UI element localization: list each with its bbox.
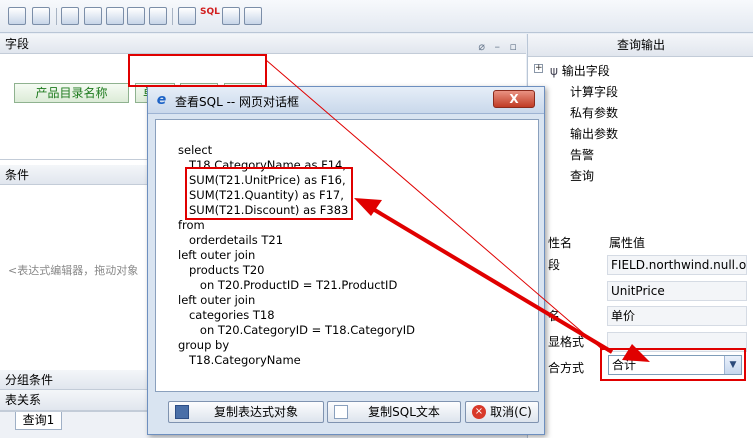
- sql-line: from: [178, 218, 205, 232]
- prop-name-header: 性名: [548, 236, 573, 250]
- dialog-title: 查看SQL -- 网页对话框: [175, 95, 300, 109]
- prop-name: 显格式: [548, 335, 585, 349]
- copy-expression-label: 复制表达式对象: [213, 405, 298, 419]
- view-sql-dialog: e 查看SQL -- 网页对话框 X select T18.CategoryNa…: [147, 86, 545, 435]
- relation-panel-title: 表关系: [5, 393, 42, 407]
- copy-sql-button[interactable]: 复制SQL文本: [327, 401, 461, 423]
- sql-line: on T20.CategoryID = T18.CategoryID: [178, 323, 416, 337]
- prop-value-alias[interactable]: 单价: [607, 306, 747, 326]
- query-output-header: 查询输出: [528, 34, 753, 57]
- prop-name: 段: [548, 258, 561, 272]
- prop-name: 合方式: [548, 361, 585, 375]
- ie-icon: e: [156, 92, 167, 108]
- field-chip-category-name[interactable]: 产品目录名称: [14, 83, 129, 103]
- tree-item-output-fields[interactable]: ψ 输出字段: [550, 62, 610, 79]
- sql-line: products T20: [178, 263, 265, 277]
- toolbar-separator: [56, 8, 57, 25]
- fields-panel-title: 字段: [5, 37, 30, 51]
- sql-text-area[interactable]: select T18.CategoryName as F14, SUM(T21.…: [155, 119, 539, 392]
- prop-name: 名: [548, 309, 561, 323]
- document-icon: [334, 405, 348, 419]
- tree-item-label: 输出字段: [561, 64, 610, 78]
- toolbar-separator: [172, 8, 173, 25]
- tree-item-query[interactable]: 查询: [570, 167, 594, 184]
- tree-item-alarm[interactable]: 告警: [570, 146, 594, 163]
- sql-line: left outer join: [178, 293, 256, 307]
- sql-line: select: [178, 143, 213, 157]
- search-icon[interactable]: [178, 7, 196, 25]
- sql-line: orderdetails T21: [178, 233, 284, 247]
- group-panel-title: 分组条件: [5, 373, 54, 387]
- save-icon[interactable]: [8, 7, 26, 25]
- tree-item-calc-fields[interactable]: 计算字段: [570, 83, 618, 100]
- cancel-label: 取消(C): [490, 405, 532, 419]
- sql-line: left outer join: [178, 248, 256, 262]
- sql-line: categories T18: [178, 308, 275, 322]
- sql-line: T18.CategoryName: [178, 353, 301, 367]
- tree-item-private-params[interactable]: 私有参数: [570, 104, 618, 121]
- sql-icon-label: SQL: [200, 7, 220, 17]
- help-icon[interactable]: [106, 7, 124, 25]
- condition-hint: <表达式编辑器，拖动对象: [8, 264, 139, 277]
- sql-icon[interactable]: SQL: [200, 7, 220, 25]
- dialog-title-bar[interactable]: e 查看SQL -- 网页对话框 X: [148, 87, 544, 114]
- tab-query1[interactable]: 查询1: [15, 412, 62, 430]
- close-button[interactable]: X: [493, 90, 535, 108]
- fields-panel-header: 字段 ⌀ – ▫: [0, 34, 526, 54]
- clock-icon[interactable]: [222, 7, 240, 25]
- image-icon[interactable]: [127, 7, 145, 25]
- prop-value-header: 属性值: [609, 236, 646, 250]
- annotation-box-aggregate: [600, 348, 746, 381]
- settings-icon[interactable]: [149, 7, 167, 25]
- table-icon[interactable]: [84, 7, 102, 25]
- expand-icon[interactable]: +: [534, 64, 543, 73]
- annotation-box-fields: [128, 54, 267, 87]
- window-icon[interactable]: [61, 7, 79, 25]
- prop-value-column[interactable]: UnitPrice: [607, 281, 747, 301]
- cancel-icon: ×: [472, 405, 486, 419]
- prop-value-field[interactable]: FIELD.northwind.null.o: [607, 255, 747, 275]
- cancel-button[interactable]: × 取消(C): [465, 401, 539, 423]
- annotation-box-sql: [185, 167, 353, 220]
- expression-icon: [175, 405, 189, 419]
- toolbar: SQL: [0, 0, 753, 33]
- tree-item-output-params[interactable]: 输出参数: [570, 125, 618, 142]
- save-as-icon[interactable]: [32, 7, 50, 25]
- condition-panel-title: 条件: [5, 168, 30, 182]
- sql-line: on T20.ProductID = T21.ProductID: [178, 278, 398, 292]
- export-icon[interactable]: [244, 7, 262, 25]
- sql-line: group by: [178, 338, 230, 352]
- copy-sql-label: 复制SQL文本: [368, 405, 440, 419]
- copy-expression-button[interactable]: 复制表达式对象: [168, 401, 324, 423]
